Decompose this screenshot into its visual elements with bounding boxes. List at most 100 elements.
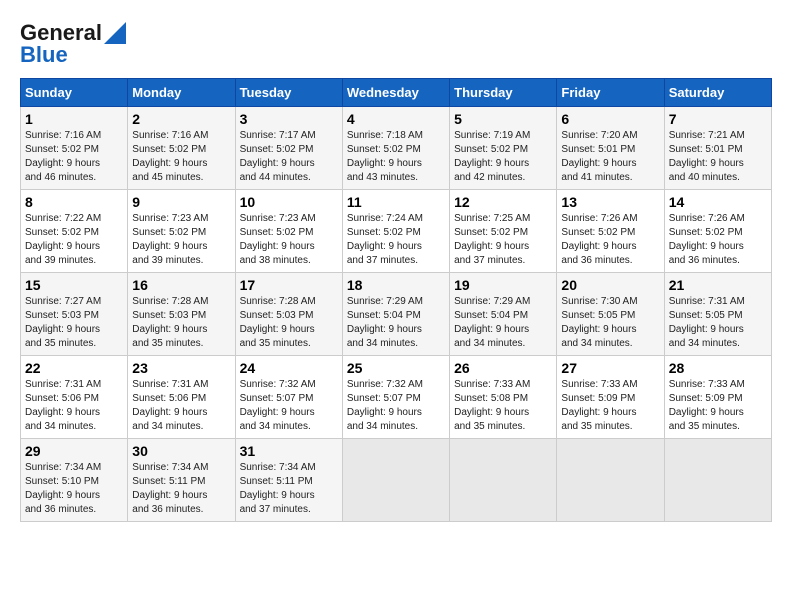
day-number: 20	[561, 277, 659, 293]
day-number: 16	[132, 277, 230, 293]
day-number: 21	[669, 277, 767, 293]
day-info: Sunrise: 7:23 AM Sunset: 5:02 PM Dayligh…	[240, 212, 338, 268]
day-number: 27	[561, 360, 659, 376]
page-header: General Blue	[20, 20, 772, 68]
day-number: 25	[347, 360, 445, 376]
day-number: 31	[240, 443, 338, 459]
day-number: 4	[347, 111, 445, 127]
day-info: Sunrise: 7:33 AM Sunset: 5:09 PM Dayligh…	[561, 378, 659, 434]
day-info: Sunrise: 7:29 AM Sunset: 5:04 PM Dayligh…	[347, 295, 445, 351]
day-number: 26	[454, 360, 552, 376]
calendar-cell: 14 Sunrise: 7:26 AM Sunset: 5:02 PM Dayli…	[664, 190, 771, 273]
logo-icon	[104, 22, 126, 44]
calendar-cell: 19 Sunrise: 7:29 AM Sunset: 5:04 PM Dayli…	[450, 273, 557, 356]
col-header-monday: Monday	[128, 79, 235, 107]
day-info: Sunrise: 7:32 AM Sunset: 5:07 PM Dayligh…	[347, 378, 445, 434]
calendar-cell: 22 Sunrise: 7:31 AM Sunset: 5:06 PM Dayli…	[21, 356, 128, 439]
day-info: Sunrise: 7:25 AM Sunset: 5:02 PM Dayligh…	[454, 212, 552, 268]
calendar-cell: 29 Sunrise: 7:34 AM Sunset: 5:10 PM Dayli…	[21, 439, 128, 522]
calendar-cell: 6Sunrise: 7:20 AM Sunset: 5:01 PM Daylig…	[557, 107, 664, 190]
day-info: Sunrise: 7:21 AM Sunset: 5:01 PM Dayligh…	[669, 129, 767, 185]
calendar-cell: 9 Sunrise: 7:23 AM Sunset: 5:02 PM Daylig…	[128, 190, 235, 273]
day-info: Sunrise: 7:19 AM Sunset: 5:02 PM Dayligh…	[454, 129, 552, 185]
day-info: Sunrise: 7:34 AM Sunset: 5:11 PM Dayligh…	[132, 461, 230, 517]
day-number: 7	[669, 111, 767, 127]
day-number: 5	[454, 111, 552, 127]
day-info: Sunrise: 7:20 AM Sunset: 5:01 PM Dayligh…	[561, 129, 659, 185]
calendar-cell: 18 Sunrise: 7:29 AM Sunset: 5:04 PM Dayli…	[342, 273, 449, 356]
day-info: Sunrise: 7:31 AM Sunset: 5:05 PM Dayligh…	[669, 295, 767, 351]
calendar-cell: 28Sunrise: 7:33 AM Sunset: 5:09 PM Dayli…	[664, 356, 771, 439]
day-number: 8	[25, 194, 123, 210]
col-header-wednesday: Wednesday	[342, 79, 449, 107]
day-info: Sunrise: 7:34 AM Sunset: 5:11 PM Dayligh…	[240, 461, 338, 517]
day-info: Sunrise: 7:28 AM Sunset: 5:03 PM Dayligh…	[240, 295, 338, 351]
calendar-cell: 21 Sunrise: 7:31 AM Sunset: 5:05 PM Dayli…	[664, 273, 771, 356]
day-info: Sunrise: 7:31 AM Sunset: 5:06 PM Dayligh…	[132, 378, 230, 434]
day-number: 29	[25, 443, 123, 459]
day-info: Sunrise: 7:26 AM Sunset: 5:02 PM Dayligh…	[669, 212, 767, 268]
day-number: 15	[25, 277, 123, 293]
calendar-cell	[557, 439, 664, 522]
day-info: Sunrise: 7:16 AM Sunset: 5:02 PM Dayligh…	[25, 129, 123, 185]
calendar-cell: 31 Sunrise: 7:34 AM Sunset: 5:11 PM Dayli…	[235, 439, 342, 522]
day-info: Sunrise: 7:22 AM Sunset: 5:02 PM Dayligh…	[25, 212, 123, 268]
col-header-thursday: Thursday	[450, 79, 557, 107]
day-info: Sunrise: 7:32 AM Sunset: 5:07 PM Dayligh…	[240, 378, 338, 434]
day-info: Sunrise: 7:26 AM Sunset: 5:02 PM Dayligh…	[561, 212, 659, 268]
day-info: Sunrise: 7:24 AM Sunset: 5:02 PM Dayligh…	[347, 212, 445, 268]
day-number: 2	[132, 111, 230, 127]
logo-blue: Blue	[20, 42, 68, 68]
day-info: Sunrise: 7:18 AM Sunset: 5:02 PM Dayligh…	[347, 129, 445, 185]
day-info: Sunrise: 7:16 AM Sunset: 5:02 PM Dayligh…	[132, 129, 230, 185]
day-number: 11	[347, 194, 445, 210]
calendar-cell	[450, 439, 557, 522]
day-info: Sunrise: 7:30 AM Sunset: 5:05 PM Dayligh…	[561, 295, 659, 351]
calendar-cell: 23 Sunrise: 7:31 AM Sunset: 5:06 PM Dayli…	[128, 356, 235, 439]
day-info: Sunrise: 7:17 AM Sunset: 5:02 PM Dayligh…	[240, 129, 338, 185]
day-info: Sunrise: 7:28 AM Sunset: 5:03 PM Dayligh…	[132, 295, 230, 351]
calendar-cell: 7 Sunrise: 7:21 AM Sunset: 5:01 PM Daylig…	[664, 107, 771, 190]
calendar-cell: 20 Sunrise: 7:30 AM Sunset: 5:05 PM Dayli…	[557, 273, 664, 356]
day-number: 14	[669, 194, 767, 210]
calendar-cell: 15 Sunrise: 7:27 AM Sunset: 5:03 PM Dayli…	[21, 273, 128, 356]
day-number: 23	[132, 360, 230, 376]
day-info: Sunrise: 7:33 AM Sunset: 5:09 PM Dayligh…	[669, 378, 767, 434]
calendar-cell: 30 Sunrise: 7:34 AM Sunset: 5:11 PM Dayli…	[128, 439, 235, 522]
calendar-cell: 17 Sunrise: 7:28 AM Sunset: 5:03 PM Dayli…	[235, 273, 342, 356]
calendar-cell: 13Sunrise: 7:26 AM Sunset: 5:02 PM Dayli…	[557, 190, 664, 273]
calendar-cell: 5 Sunrise: 7:19 AM Sunset: 5:02 PM Daylig…	[450, 107, 557, 190]
col-header-tuesday: Tuesday	[235, 79, 342, 107]
col-header-saturday: Saturday	[664, 79, 771, 107]
day-number: 1	[25, 111, 123, 127]
calendar-cell: 11 Sunrise: 7:24 AM Sunset: 5:02 PM Dayli…	[342, 190, 449, 273]
day-info: Sunrise: 7:33 AM Sunset: 5:08 PM Dayligh…	[454, 378, 552, 434]
day-number: 19	[454, 277, 552, 293]
day-number: 22	[25, 360, 123, 376]
calendar-table: SundayMondayTuesdayWednesdayThursdayFrid…	[20, 78, 772, 522]
calendar-cell: 4 Sunrise: 7:18 AM Sunset: 5:02 PM Daylig…	[342, 107, 449, 190]
day-info: Sunrise: 7:31 AM Sunset: 5:06 PM Dayligh…	[25, 378, 123, 434]
day-number: 30	[132, 443, 230, 459]
day-number: 24	[240, 360, 338, 376]
day-info: Sunrise: 7:34 AM Sunset: 5:10 PM Dayligh…	[25, 461, 123, 517]
calendar-cell	[664, 439, 771, 522]
calendar-cell: 26 Sunrise: 7:33 AM Sunset: 5:08 PM Dayli…	[450, 356, 557, 439]
day-number: 18	[347, 277, 445, 293]
day-number: 9	[132, 194, 230, 210]
col-header-friday: Friday	[557, 79, 664, 107]
day-number: 17	[240, 277, 338, 293]
day-info: Sunrise: 7:23 AM Sunset: 5:02 PM Dayligh…	[132, 212, 230, 268]
day-info: Sunrise: 7:29 AM Sunset: 5:04 PM Dayligh…	[454, 295, 552, 351]
day-info: Sunrise: 7:27 AM Sunset: 5:03 PM Dayligh…	[25, 295, 123, 351]
day-number: 3	[240, 111, 338, 127]
calendar-cell: 12 Sunrise: 7:25 AM Sunset: 5:02 PM Dayli…	[450, 190, 557, 273]
calendar-cell: 16 Sunrise: 7:28 AM Sunset: 5:03 PM Dayli…	[128, 273, 235, 356]
logo: General Blue	[20, 20, 126, 68]
calendar-cell	[342, 439, 449, 522]
calendar-cell: 27 Sunrise: 7:33 AM Sunset: 5:09 PM Dayli…	[557, 356, 664, 439]
calendar-cell: 8 Sunrise: 7:22 AM Sunset: 5:02 PM Daylig…	[21, 190, 128, 273]
calendar-cell: 2 Sunrise: 7:16 AM Sunset: 5:02 PM Daylig…	[128, 107, 235, 190]
day-number: 12	[454, 194, 552, 210]
calendar-cell: 1 Sunrise: 7:16 AM Sunset: 5:02 PM Daylig…	[21, 107, 128, 190]
